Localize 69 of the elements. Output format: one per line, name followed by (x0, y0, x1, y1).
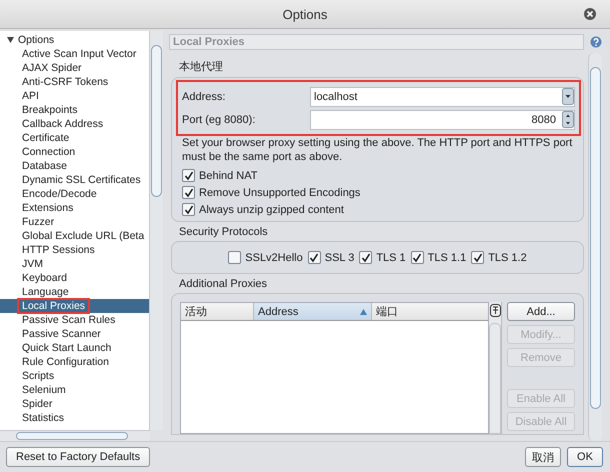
checkbox[interactable]: TLS 1.1 (410, 249, 466, 266)
spinner-icon[interactable] (562, 111, 574, 128)
tree-item[interactable]: Encode/Decode (0, 187, 149, 201)
checkbox[interactable]: Behind NAT (182, 167, 573, 184)
field-label: Address: (182, 90, 226, 102)
tree-item[interactable]: Rule Configuration (0, 355, 149, 369)
field-label: Port (eg 8080): (182, 114, 256, 126)
tree-item[interactable]: Dynamic SSL Certificates (0, 173, 149, 187)
reset-button[interactable]: Reset to Factory Defaults (6, 447, 150, 467)
section-title: Additional Proxies (179, 278, 268, 290)
tree-item[interactable]: Database (0, 159, 149, 173)
hint-text: Set your browser proxy setting using the above. The HTTP port and HTTPS port must be the same port as above. (182, 136, 573, 164)
tree-item[interactable]: HTTP Sessions (0, 243, 149, 257)
check-icon (309, 252, 320, 262)
tree-item[interactable]: Connection (0, 145, 149, 159)
column-chooser-icon[interactable] (490, 304, 500, 317)
panel-header: Local Proxies (169, 34, 584, 50)
tree-item[interactable]: Spider (0, 397, 149, 411)
sort-icon (360, 308, 367, 314)
highlight-frame: Local Proxies (19, 300, 88, 312)
tree-item[interactable]: Selenium (0, 383, 149, 397)
tree-item[interactable]: Local Proxies (0, 299, 149, 313)
cancel-button[interactable]: 取消 (525, 447, 561, 467)
help-icon[interactable] (590, 36, 602, 48)
dropdown-icon[interactable] (562, 88, 574, 105)
window-title: Options (282, 6, 328, 22)
close-icon[interactable] (584, 8, 596, 20)
tree-item[interactable]: AJAX Spider (0, 61, 149, 75)
scrollbar[interactable] (0, 430, 150, 441)
tree-item[interactable]: Anti-CSRF Tokens (0, 75, 149, 89)
check-icon (412, 252, 422, 262)
address-field[interactable]: localhost (310, 86, 575, 106)
column-header[interactable]: 活动 (181, 303, 254, 320)
section-title: Security Protocols (179, 226, 269, 238)
port-field[interactable]: 8080 (310, 110, 575, 130)
checkbox[interactable]: Always unzip gzipped content (182, 201, 573, 218)
checkbox[interactable]: Remove Unsupported Encodings (182, 184, 573, 201)
tree-item[interactable]: Callback Address (0, 117, 149, 131)
tree-item[interactable]: API (0, 89, 149, 103)
tree-item[interactable]: Fuzzer (0, 215, 149, 229)
tree-item[interactable]: Language (0, 285, 149, 299)
tree-item[interactable]: Scripts (0, 369, 149, 383)
tree-item[interactable]: Extensions (0, 201, 149, 215)
column-header[interactable]: 端口 (372, 303, 488, 320)
checkbox[interactable]: TLS 1 (359, 249, 406, 266)
tree-item[interactable]: Statistics (0, 411, 149, 425)
tree-item[interactable]: Certificate (0, 131, 149, 145)
tree-item[interactable]: Options (0, 33, 149, 47)
tree-item[interactable]: JVM (0, 257, 149, 271)
column-header[interactable]: Address (254, 303, 372, 320)
checkbox[interactable]: SSL 3 (308, 249, 354, 266)
tree-item[interactable]: Passive Scan Rules (0, 313, 149, 327)
expand-icon[interactable] (7, 37, 14, 43)
tree-item[interactable]: Quick Start Launch (0, 341, 149, 355)
tree-item[interactable]: Breakpoints (0, 103, 149, 117)
check-icon (472, 252, 483, 262)
scrollbar[interactable] (489, 323, 501, 434)
scrollbar[interactable] (149, 31, 163, 430)
action-button[interactable]: Add... (507, 302, 575, 321)
check-icon (360, 252, 371, 262)
tree-item[interactable]: Keyboard (0, 271, 149, 285)
tree-item[interactable]: Global Exclude URL (Beta (0, 229, 149, 243)
checkbox[interactable]: SSLv2Hello (228, 249, 303, 266)
tree-item[interactable]: Active Scan Input Vector (0, 47, 149, 61)
scrollbar[interactable] (588, 53, 602, 441)
tree-item[interactable]: Passive Scanner (0, 327, 149, 341)
ok-button[interactable]: OK (567, 447, 603, 467)
section-title: 本地代理 (179, 60, 224, 74)
checkbox[interactable]: TLS 1.2 (471, 249, 527, 266)
